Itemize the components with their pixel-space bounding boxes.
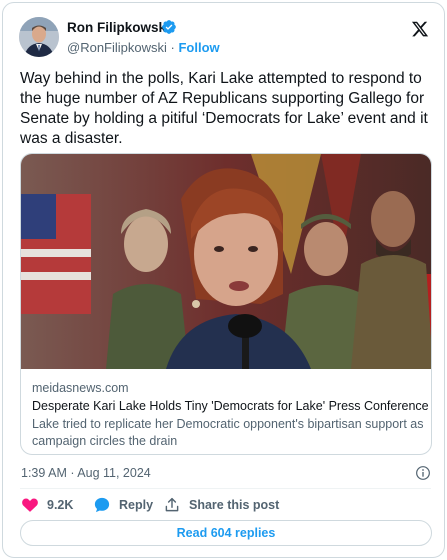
author-handle[interactable]: @RonFilipkowski xyxy=(67,40,167,55)
tweet-timestamp[interactable]: 1:39 AM · Aug 11, 2024 xyxy=(21,466,151,480)
info-icon[interactable] xyxy=(415,465,431,481)
action-bar: 9.2K Reply Share this post xyxy=(21,495,431,515)
link-description: Lake tried to replicate her Democratic o… xyxy=(32,417,424,448)
tweet-card: Ron Filipkowski @RonFilipkowski · Follow… xyxy=(2,2,445,558)
link-title[interactable]: Desperate Kari Lake Holds Tiny 'Democrat… xyxy=(32,398,429,415)
link-domain[interactable]: meidasnews.com xyxy=(32,380,424,396)
follow-link[interactable]: Follow xyxy=(178,40,219,55)
timestamp-row: 1:39 AM · Aug 11, 2024 xyxy=(21,464,431,482)
verified-badge-icon xyxy=(162,20,176,34)
like-button[interactable]: 9.2K xyxy=(21,495,73,515)
link-preview-card[interactable]: meidasnews.com Desperate Kari Lake Holds… xyxy=(20,153,432,455)
link-meta: meidasnews.com Desperate Kari Lake Holds… xyxy=(32,380,429,450)
x-logo-icon[interactable] xyxy=(411,20,429,38)
tweet-text: Way behind in the polls, Kari Lake attem… xyxy=(20,70,428,147)
share-button[interactable]: Share this post xyxy=(163,495,279,515)
share-arrow-icon xyxy=(165,497,179,512)
author-avatar[interactable] xyxy=(19,17,59,57)
heart-icon xyxy=(22,498,38,512)
like-count: 9.2K xyxy=(47,498,74,512)
speech-bubble-icon xyxy=(94,497,110,513)
reply-label: Reply xyxy=(119,498,154,512)
handle-row: @RonFilipkowski · Follow xyxy=(67,40,220,55)
reply-button[interactable]: Reply xyxy=(93,495,153,515)
tweet-header: Ron Filipkowski @RonFilipkowski · Follow xyxy=(19,17,429,59)
share-label: Share this post xyxy=(189,498,280,512)
link-preview-image[interactable] xyxy=(21,154,431,369)
actions-divider xyxy=(20,488,431,489)
read-replies-button[interactable]: Read 604 replies xyxy=(20,520,432,546)
author-name[interactable]: Ron Filipkowski xyxy=(67,20,170,35)
separator-dot: · xyxy=(170,40,175,55)
